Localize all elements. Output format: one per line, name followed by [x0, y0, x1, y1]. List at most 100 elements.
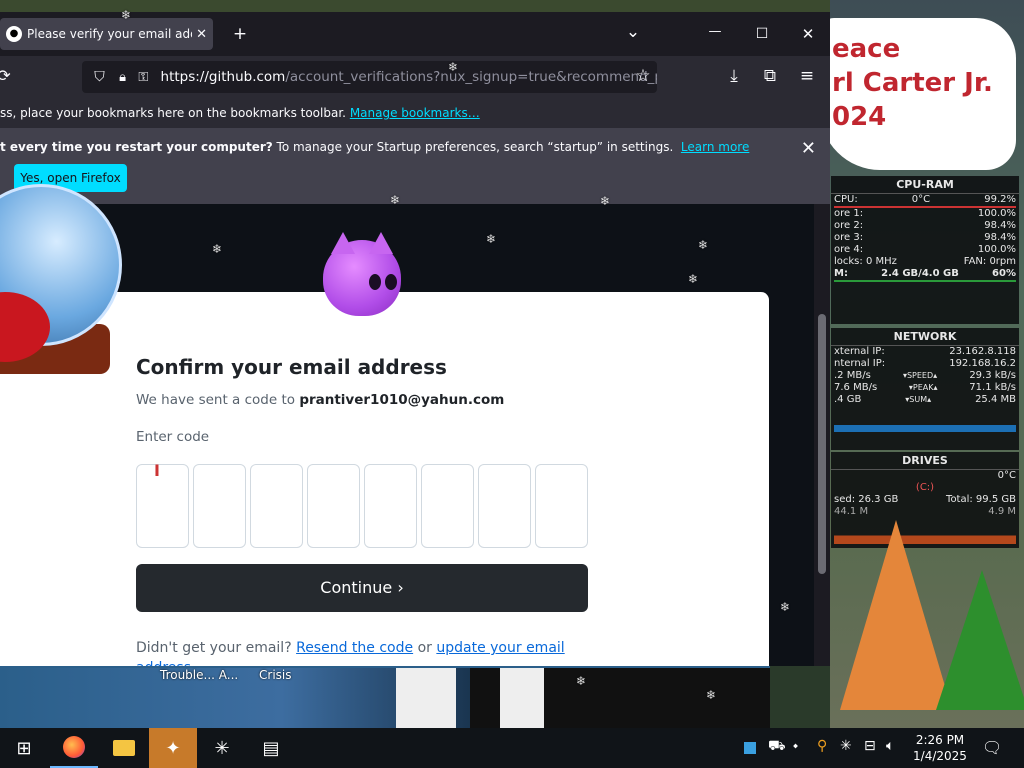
- notification-text: To manage your Startup preferences, sear…: [272, 140, 674, 154]
- core-row: ore 3: 98.4%: [834, 232, 1016, 243]
- network-widget: NETWORK xternal IP: 23.162.8.118 nternal …: [831, 328, 1019, 450]
- tray-app-icon[interactable]: [744, 742, 756, 754]
- bookmarks-toolbar: ss, place your bookmarks here on the boo…: [0, 98, 830, 128]
- continue-button[interactable]: Continue ›: [136, 564, 588, 612]
- banner-line-1: eace: [832, 34, 901, 64]
- notification-question: t every time you restart your computer?: [0, 140, 273, 154]
- manage-bookmarks-link[interactable]: Manage bookmarks…: [350, 106, 480, 120]
- snowflake-icon: ❄: [688, 272, 699, 286]
- code-input-8[interactable]: [535, 464, 588, 548]
- minimize-button[interactable]: —: [703, 22, 727, 42]
- close-notification-icon[interactable]: ✕: [801, 138, 816, 159]
- url-bar[interactable]: ⛉ 🔒︎ ⚿ https://github.com/account_verifi…: [82, 61, 657, 93]
- snowflake-icon: ❄: [576, 674, 587, 688]
- cpu-row: CPU: 0°C 99.2%: [834, 194, 1016, 205]
- windows-start-icon[interactable]: ⊞: [0, 728, 48, 768]
- cpu-ram-title: CPU-RAM: [831, 176, 1019, 194]
- extensions-icon[interactable]: ⧉: [758, 66, 782, 86]
- github-mascot-icon: [323, 232, 401, 316]
- desktop-christmas-tree: [936, 570, 1024, 710]
- close-tab-icon[interactable]: ✕: [196, 27, 207, 42]
- code-input-2[interactable]: [193, 464, 246, 548]
- scrollbar[interactable]: [814, 204, 830, 666]
- network-row: xternal IP: 23.162.8.118: [834, 346, 1016, 357]
- scrollbar-thumb[interactable]: [818, 314, 826, 574]
- firefox-icon[interactable]: [50, 728, 98, 768]
- clock-time: 2:26 PM: [915, 733, 965, 747]
- navigation-bar: ⟳ ⛉ 🔒︎ ⚿ https://github.com/account_veri…: [0, 56, 830, 98]
- code-input-4[interactable]: [307, 464, 360, 548]
- sent-code-text: We have sent a code to prantiver1010@yah…: [136, 392, 505, 408]
- snowflake-icon: ❄: [390, 193, 401, 207]
- network-row: .4 GB ▾SUM▴ 25.4 MB: [834, 394, 1016, 405]
- tray-app-icon[interactable]: ⬩: [793, 738, 798, 754]
- drives-row: 44.1 M 4.9 M: [834, 506, 1016, 517]
- snowflake-tray-icon[interactable]: ✳: [840, 738, 852, 754]
- url-path: /account_verifications?nux_signup=true&r…: [285, 69, 657, 85]
- banner-line-2: rl Carter Jr.: [832, 68, 993, 98]
- network-title: NETWORK: [831, 328, 1019, 346]
- code-input-5[interactable]: [364, 464, 417, 548]
- code-input-1[interactable]: [136, 464, 189, 548]
- snowflake-icon: ❄: [448, 60, 459, 74]
- enter-code-label: Enter code: [136, 429, 210, 445]
- reload-icon[interactable]: ⟳: [0, 66, 16, 86]
- snowflake-icon: ❄: [600, 194, 611, 208]
- control-panel-icon[interactable]: ▤: [247, 728, 295, 768]
- file-explorer-icon[interactable]: [100, 728, 148, 768]
- snow-globe-decoration: [0, 174, 122, 474]
- resend-code-link[interactable]: Resend the code: [296, 640, 413, 656]
- app-menu-icon[interactable]: ≡: [795, 66, 819, 86]
- notification-message: t every time you restart your computer? …: [0, 140, 749, 154]
- snowflake-icon: ❄: [706, 688, 717, 702]
- wallpaper-figure-right: [500, 668, 544, 728]
- ram-bar: [834, 280, 1016, 282]
- desktop-icon-label[interactable]: Trouble... A...: [160, 668, 238, 682]
- startup-notification-bar: t every time you restart your computer? …: [0, 128, 830, 204]
- new-tab-button[interactable]: +: [228, 24, 252, 44]
- network-row: 7.6 MB/s ▾PEAK▴ 71.1 kB/s: [834, 382, 1016, 393]
- snowflake-icon: ❄: [698, 238, 709, 252]
- notifications-icon[interactable]: 🗨︎: [982, 738, 1002, 757]
- code-input-3[interactable]: [250, 464, 303, 548]
- core-row: ore 1: 100.0%: [834, 208, 1016, 219]
- volume-icon[interactable]: 🔈︎: [886, 738, 894, 754]
- desktop-banner: eace rl Carter Jr. 024: [820, 18, 1016, 170]
- ram-row: M: 2.4 GB/4.0 GB 60%: [834, 268, 1016, 279]
- url-host: https://github.com: [160, 69, 286, 85]
- cpu-ram-widget: CPU-RAM CPU: 0°C 99.2% ore 1: 100.0% ore 2:…: [831, 176, 1019, 324]
- lock-icon[interactable]: 🔒︎: [119, 70, 126, 85]
- list-all-tabs-icon[interactable]: ⌄: [621, 22, 645, 42]
- snowflake-app-icon[interactable]: ✳: [198, 728, 246, 768]
- code-input-6[interactable]: [421, 464, 474, 548]
- network-graph: [834, 408, 1016, 432]
- tray-app-icon[interactable]: ⛟: [768, 738, 786, 756]
- learn-more-link[interactable]: Learn more: [681, 140, 749, 154]
- drives-row: sed: 26.3 GB Total: 99.5 GB: [834, 494, 1016, 505]
- snowflake-icon: ❄: [780, 600, 791, 614]
- app-icon[interactable]: ✦: [149, 728, 197, 768]
- code-input-7[interactable]: [478, 464, 531, 548]
- tracking-shield-icon[interactable]: ⛉: [94, 69, 105, 85]
- clock-fan-row: locks: 0 MHz FAN: 0rpm: [834, 256, 1016, 267]
- core-row: ore 2: 98.4%: [834, 220, 1016, 231]
- taskbar: ⊞ ✦ ✳ ▤ ⛟ ⬩ ⚲ ✳ ⊟ 🔈︎ 2:26 PM 1/4/2025 🗨︎: [0, 728, 1024, 768]
- network-icon[interactable]: ⊟: [864, 738, 876, 754]
- drives-row: (C:): [915, 482, 935, 493]
- bookmark-star-icon[interactable]: ☆: [631, 66, 655, 86]
- search-icon[interactable]: ⚲: [817, 738, 827, 754]
- bookmarks-hint: ss, place your bookmarks here on the boo…: [0, 106, 346, 120]
- close-window-button[interactable]: ✕: [796, 24, 820, 44]
- text-cursor-icon: I: [154, 461, 160, 480]
- maximize-button[interactable]: ☐: [750, 24, 774, 44]
- tab-verify-email[interactable]: ● Please verify your email address ✕: [0, 18, 213, 50]
- page-title: Confirm your email address: [136, 355, 447, 379]
- mascot-eye: [385, 274, 397, 290]
- clock[interactable]: 2:26 PM 1/4/2025: [906, 732, 974, 764]
- network-row: nternal IP: 192.168.16.2: [834, 358, 1016, 369]
- downloads-icon[interactable]: ⤓: [722, 66, 746, 86]
- wallpaper-figure-left: [396, 668, 456, 728]
- desktop-icon-label[interactable]: Crisis: [259, 668, 291, 682]
- permissions-key-icon[interactable]: ⚿: [138, 70, 148, 85]
- snowflake-icon: ❄: [121, 8, 132, 22]
